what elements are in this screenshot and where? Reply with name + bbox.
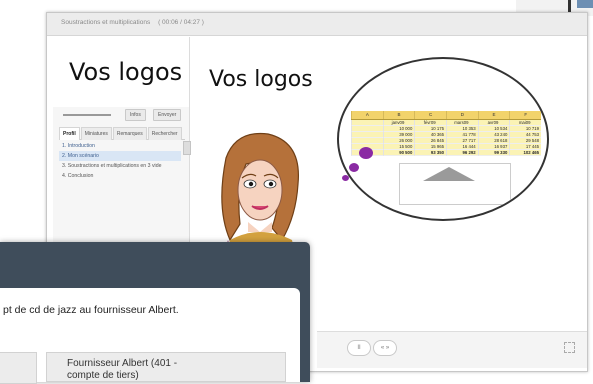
col-e: E — [477, 111, 510, 119]
thought-dot — [349, 163, 359, 172]
outline-item-introduction[interactable]: 1. Introduction — [59, 141, 181, 151]
presentation-time: ( 00:06 / 04:27 ) — [158, 19, 204, 26]
fullscreen-icon[interactable] — [564, 342, 575, 353]
tab-profil[interactable]: Profil — [59, 127, 80, 140]
answer-choice-left[interactable] — [0, 352, 37, 384]
tab-remarques[interactable]: Remarques — [112, 127, 147, 140]
cell: 99 330 — [477, 150, 510, 156]
answer-choice-fournisseur-albert[interactable]: Fournisseur Albert (401 - compte de tier… — [46, 352, 286, 382]
quiz-dialog: pt de cd de jazz au fournisseur Albert. … — [0, 242, 310, 384]
quiz-dialog-header — [0, 242, 310, 288]
presentation-title: Soustractions et multiplications — [61, 19, 151, 26]
outline-item-mon-scenario[interactable]: 2. Mon scénario — [59, 151, 181, 161]
quiz-dialog-body: pt de cd de jazz au fournisseur Albert. … — [0, 288, 300, 384]
col-a: A — [351, 111, 383, 119]
spreadsheet-column-header: A B C D E F — [351, 111, 541, 120]
cell: 90 500 — [382, 150, 415, 156]
quiz-prompt: pt de cd de jazz au fournisseur Albert. — [3, 304, 179, 316]
spreadsheet-total-row: 90 500 93 350 96 292 99 330 102 465 — [351, 150, 542, 156]
presentation-titlebar: Soustractions et multiplications ( 00:06… — [47, 13, 587, 36]
envoyer-button[interactable]: Envoyer — [153, 109, 182, 121]
outline-item-soustractions[interactable]: 3. Soustractions et multiplications en 3… — [59, 161, 181, 171]
slide-title: Vos logos — [209, 67, 313, 92]
tab-miniatures[interactable]: Miniatures — [80, 127, 112, 140]
outline-scrollbar[interactable] — [183, 141, 191, 155]
cell: 96 292 — [446, 150, 478, 156]
embedded-chart-shape — [423, 167, 475, 181]
thought-dot — [342, 175, 349, 181]
col-b: B — [382, 111, 415, 119]
sidebar-progress-bar — [63, 114, 111, 116]
window-edge-highlight — [577, 0, 593, 8]
presenter-character — [220, 132, 300, 258]
answer-choice-label: Fournisseur Albert (401 - compte de tier… — [67, 358, 178, 381]
outline-item-conclusion[interactable]: 4. Conclusion — [59, 171, 181, 181]
play-pause-button[interactable]: II — [347, 340, 371, 356]
infos-button[interactable]: Infos — [125, 109, 146, 121]
sidebar-tabs: Profil Miniatures Remarques Rechercher — [59, 127, 185, 140]
cell: 102 465 — [509, 150, 542, 156]
cell: 93 350 — [414, 150, 447, 156]
navigation-button[interactable]: « » — [373, 340, 397, 356]
spreadsheet: A B C D E F janv09 févr09 mars09 avr09 m… — [351, 111, 542, 156]
thought-bubble: A B C D E F janv09 févr09 mars09 avr09 m… — [337, 57, 549, 221]
tab-rechercher[interactable]: Rechercher — [147, 127, 182, 140]
player-controls: II « » — [317, 331, 587, 368]
col-f: F — [509, 111, 541, 119]
col-c: C — [414, 111, 446, 119]
thought-dot — [359, 147, 373, 159]
col-d: D — [446, 111, 478, 119]
outline-list: 1. Introduction 2. Mon scénario 3. Soust… — [59, 141, 181, 181]
sidebar-logo: Vos logos — [53, 37, 189, 107]
